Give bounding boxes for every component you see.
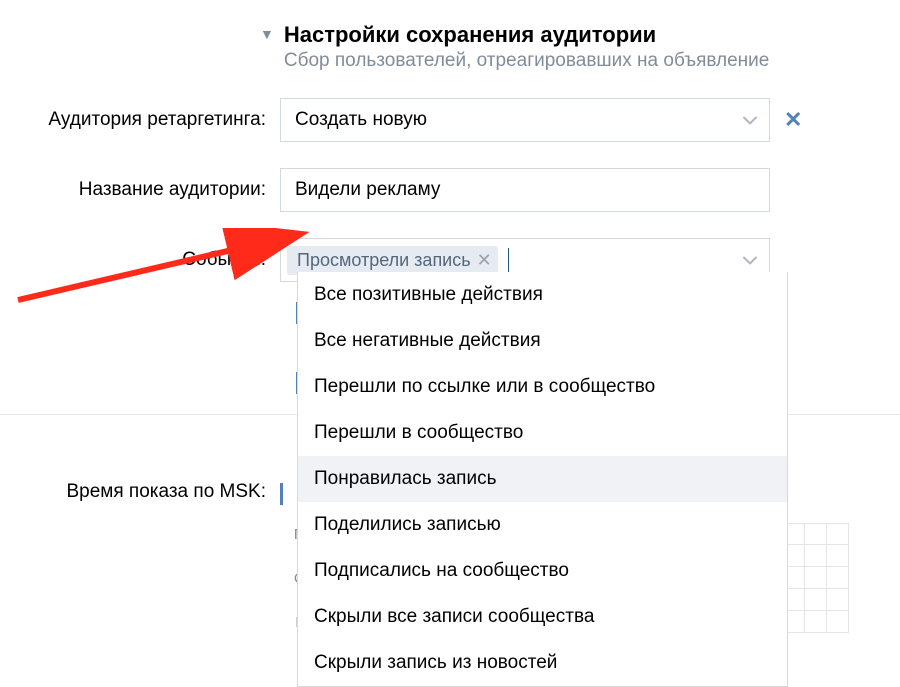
dropdown-option[interactable]: Все позитивные действия <box>298 272 787 318</box>
retargeting-audience-select[interactable]: Создать новую <box>280 98 770 142</box>
schedule-cell[interactable] <box>827 545 849 567</box>
schedule-cell[interactable] <box>805 523 827 545</box>
schedule-cell[interactable] <box>827 567 849 589</box>
chevron-down-icon <box>743 113 757 128</box>
dropdown-option[interactable]: Перешли по ссылке или в сообщество <box>298 364 787 410</box>
schedule-cell[interactable] <box>805 611 827 633</box>
dropdown-option[interactable]: Скрыли запись из новостей <box>298 640 787 686</box>
event-token-label: Просмотрели запись <box>297 250 471 271</box>
retargeting-audience-value: Создать новую <box>295 109 427 131</box>
text-cursor <box>508 248 509 272</box>
event-token: Просмотрели запись ✕ <box>287 246 498 275</box>
audience-name-label: Название аудитории: <box>0 179 280 201</box>
section-subtitle: Сбор пользователей, отреагировавших на о… <box>284 50 770 72</box>
section-header: ▼ Настройки сохранения аудитории Сбор по… <box>0 0 900 72</box>
schedule-cell[interactable] <box>827 589 849 611</box>
dropdown-option[interactable]: Скрыли все записи сообщества <box>298 594 787 640</box>
audience-name-row: Название аудитории: <box>0 168 900 212</box>
dropdown-option[interactable]: Поделились записью <box>298 502 787 548</box>
events-label: События: <box>0 249 280 271</box>
schedule-cell[interactable] <box>827 523 849 545</box>
schedule-cell[interactable] <box>805 567 827 589</box>
dropdown-option[interactable]: Перешли в сообщество <box>298 410 787 456</box>
dropdown-option[interactable]: Подписались на сообщество <box>298 548 787 594</box>
chevron-down-icon <box>743 253 757 268</box>
remove-token-icon[interactable]: ✕ <box>477 250 492 271</box>
schedule-cell[interactable] <box>827 611 849 633</box>
schedule-cell[interactable] <box>805 589 827 611</box>
audience-name-input[interactable] <box>280 168 770 212</box>
events-dropdown: Все позитивные действияВсе негативные де… <box>297 272 788 687</box>
section-title: Настройки сохранения аудитории <box>284 22 770 48</box>
collapse-triangle-icon[interactable]: ▼ <box>260 26 274 42</box>
schedule-cell[interactable] <box>805 545 827 567</box>
retargeting-audience-label: Аудитория ретаргетинга: <box>0 109 280 131</box>
time-label: Время показа по MSK: <box>0 475 280 503</box>
retargeting-audience-row: Аудитория ретаргетинга: Создать новую ✕ <box>0 98 900 142</box>
dropdown-option[interactable]: Все негативные действия <box>298 318 787 364</box>
remove-audience-button[interactable]: ✕ <box>784 107 802 133</box>
dropdown-option[interactable]: Понравилась запись <box>298 456 787 502</box>
